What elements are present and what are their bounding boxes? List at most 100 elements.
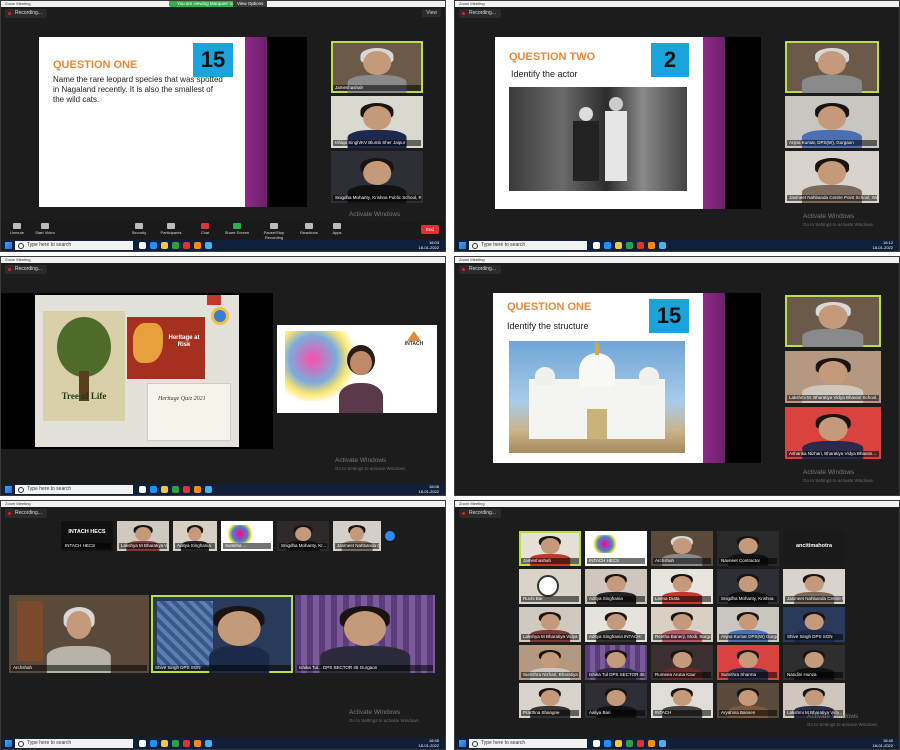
gallery-tile[interactable]: Prarthna Shangne: [519, 683, 581, 718]
gallery-tile[interactable]: Leena Dutta: [651, 569, 713, 604]
participant-tile[interactable]: Lakshmi M. Bharatiya Vidya Bhavan School…: [785, 351, 881, 403]
system-tray-clock: 16:12 18-01-2022: [872, 240, 893, 250]
view-options-button[interactable]: View Options: [233, 1, 268, 7]
gallery-tile[interactable]: Snigdha Mohanty, Krishna: [717, 569, 779, 604]
shared-slide: QUESTION TWO 2 Identify the actor: [495, 37, 725, 209]
participant-name: Shive Singh DPS SGN: [153, 665, 291, 671]
participant-name: Aditya Singhania: [175, 543, 215, 549]
chat-icon: [201, 223, 209, 229]
heritage-quiz-certificate: Heritage Quiz 2021: [147, 383, 231, 441]
apps-button[interactable]: Apps: [323, 223, 351, 235]
gallery-tile[interactable]: Reetha Banerji, Modi, Burgun: [651, 607, 713, 642]
recording-indicator[interactable]: Recording...: [5, 509, 47, 518]
end-meeting-button[interactable]: End: [421, 225, 439, 234]
participant-tile[interactable]: [785, 41, 879, 93]
gallery-tile[interactable]: Jameshashah: [519, 531, 581, 566]
windows-start-icon[interactable]: [5, 740, 12, 747]
recording-indicator[interactable]: Recording...: [459, 509, 501, 518]
participant-strip-tile[interactable]: Sumitha ...: [221, 521, 273, 551]
gallery-tile[interactable]: Ruchi Bar: [519, 569, 581, 604]
system-tray-clock: 16:03 18-01-2022: [418, 240, 439, 250]
participant-strip-tile[interactable]: Lakshya M Bharatiya Vidy...: [117, 521, 169, 551]
participant-strip-tile[interactable]: Jasmeet Nahbanda Centr...: [333, 521, 381, 551]
slide-question-text: Name the rare leopard species that was s…: [53, 75, 223, 104]
chat-button[interactable]: Chat: [191, 223, 219, 235]
participant-tile[interactable]: Jameshashah: [331, 41, 423, 93]
slide-black-right: [725, 37, 761, 209]
ribbon-icon: [207, 295, 221, 305]
windows-start-icon[interactable]: [5, 486, 12, 493]
windows-start-icon[interactable]: [459, 242, 466, 249]
recording-button[interactable]: Pause/Stop Recording: [257, 223, 291, 240]
shared-collage-slide: Tree of Life Heritage at Risk Heritage Q…: [35, 295, 239, 447]
recording-indicator[interactable]: Recording...: [459, 9, 501, 18]
gallery-tile[interactable]: Navneet Contractor: [717, 531, 779, 566]
gallery-tile[interactable]: INTACH: [651, 683, 713, 718]
windows-start-icon[interactable]: [459, 740, 466, 747]
name-card: INTACH HECS: [61, 529, 113, 535]
taskbar-search[interactable]: Type here to search: [15, 739, 133, 748]
participant-strip-tile[interactable]: Aditya Singhania: [173, 521, 217, 551]
gallery-tile[interactable]: Aditya Singhania INTACH: [585, 607, 647, 642]
poster-title: Tree of Life: [61, 391, 107, 401]
participant-tile[interactable]: Jasmeet Nahbanda Centre Point School, Wa…: [785, 151, 879, 203]
participant-tile[interactable]: Ishiqa Singh/KV Blumb Sher Jaipur: [331, 96, 423, 148]
recording-indicator[interactable]: Recording...: [459, 265, 501, 274]
gallery-tile[interactable]: Sumithra Sharma: [717, 645, 779, 680]
gallery-grid: Jameshashah INTACH HECS Archshah Navneet…: [519, 531, 849, 718]
participants-button[interactable]: Participants: [157, 223, 185, 235]
gallery-tile[interactable]: Nandini Hunza: [783, 645, 845, 680]
participant-tile[interactable]: [785, 295, 881, 347]
gallery-tile[interactable]: Rumeea Aruna Kaur: [651, 645, 713, 680]
main-video-tile-active[interactable]: Shive Singh DPS SGN: [151, 595, 293, 673]
participant-strip-tile[interactable]: INTACH HECS INTACH HECS: [61, 521, 113, 551]
gallery-tile[interactable]: INTACH HECS: [585, 531, 647, 566]
mic-icon: [13, 223, 21, 229]
windows-taskbar: Type here to search 16:45 18-01-2022: [455, 738, 899, 749]
gallery-tile[interactable]: Jasmeet Nahbanda Centre Poi...: [783, 569, 845, 604]
certificate-title: Heritage Quiz 2021: [158, 396, 206, 402]
reactions-button[interactable]: Reactions: [295, 223, 323, 235]
gallery-tile[interactable]: Sumithra Nizhari, Bharatiya: [519, 645, 581, 680]
taskbar-apps: [139, 242, 212, 249]
main-video-tile[interactable]: Archshah: [9, 595, 149, 673]
actor-photo: [509, 87, 687, 191]
slide-question-text: Identify the structure: [507, 321, 589, 331]
taskbar-search[interactable]: Type here to search: [15, 485, 133, 494]
security-button[interactable]: Security: [125, 223, 153, 235]
gallery-tile[interactable]: Aryahina Bansen: [717, 683, 779, 718]
system-tray-clock: 16:45 18-01-2022: [418, 738, 439, 748]
gallery-tile[interactable]: Shive Singh DPS SGN: [783, 607, 845, 642]
record-icon: [270, 223, 278, 229]
unmute-button[interactable]: Unmute: [3, 223, 31, 235]
share-screen-button[interactable]: Share Screen: [223, 223, 251, 235]
main-video-tile[interactable]: Ishika Tul... DPS SECTOR 45 Gurgaon: [295, 595, 435, 673]
gallery-tile[interactable]: ancitimahotra: [783, 531, 845, 566]
participant-tile[interactable]: Asharika Nizhari, Bharatiya Vidya Bhavan…: [785, 407, 881, 459]
participant-name: INTACH HECS: [63, 543, 111, 549]
taskbar-search[interactable]: Type here to search: [469, 739, 587, 748]
gallery-tile[interactable]: Ishika Tul DPS SECTOR 45: [585, 645, 647, 680]
gallery-tile[interactable]: Anjna Kumar DPS(W) Gurgaon: [717, 607, 779, 642]
recording-indicator[interactable]: Recording...: [5, 9, 47, 18]
taskbar-search[interactable]: Type here to search: [469, 241, 587, 250]
view-button[interactable]: View: [422, 9, 441, 17]
screenshot-panel-1: Zoom Meeting You are viewing Marquee' sc…: [0, 0, 446, 252]
slide-question-title: QUESTION TWO: [509, 51, 596, 63]
windows-start-icon[interactable]: [5, 242, 12, 249]
participant-name: Jasmeet Nahbanda Centre Point School, Wa…: [787, 195, 877, 201]
participant-tile[interactable]: Snigdha Mohanty, Krishna Public School, …: [331, 151, 423, 203]
participant-name: Snigdha Mohanty, Krishna Public School, …: [333, 195, 421, 201]
gallery-tile[interactable]: Lakshya M Bharatiya Vidya Bhavan: [519, 607, 581, 642]
participant-name: Anjna Kumar, DPS(W), Gurgaon: [787, 140, 877, 146]
participant-tile[interactable]: Anjna Kumar, DPS(W), Gurgaon: [785, 96, 879, 148]
participant-strip-tile[interactable]: Snigdha Mohanty, Kr...: [277, 521, 329, 551]
start-video-button[interactable]: Start Video: [31, 223, 59, 235]
intach-presenter-tile[interactable]: INTACH: [277, 325, 437, 413]
gallery-tile[interactable]: Aditya Singhania: [585, 569, 647, 604]
next-page-icon[interactable]: [385, 531, 395, 541]
gallery-tile[interactable]: Archshah: [651, 531, 713, 566]
taskbar-search[interactable]: Type here to search: [15, 241, 133, 250]
gallery-tile[interactable]: Aaliya Bari: [585, 683, 647, 718]
recording-indicator[interactable]: Recording...: [5, 265, 47, 274]
